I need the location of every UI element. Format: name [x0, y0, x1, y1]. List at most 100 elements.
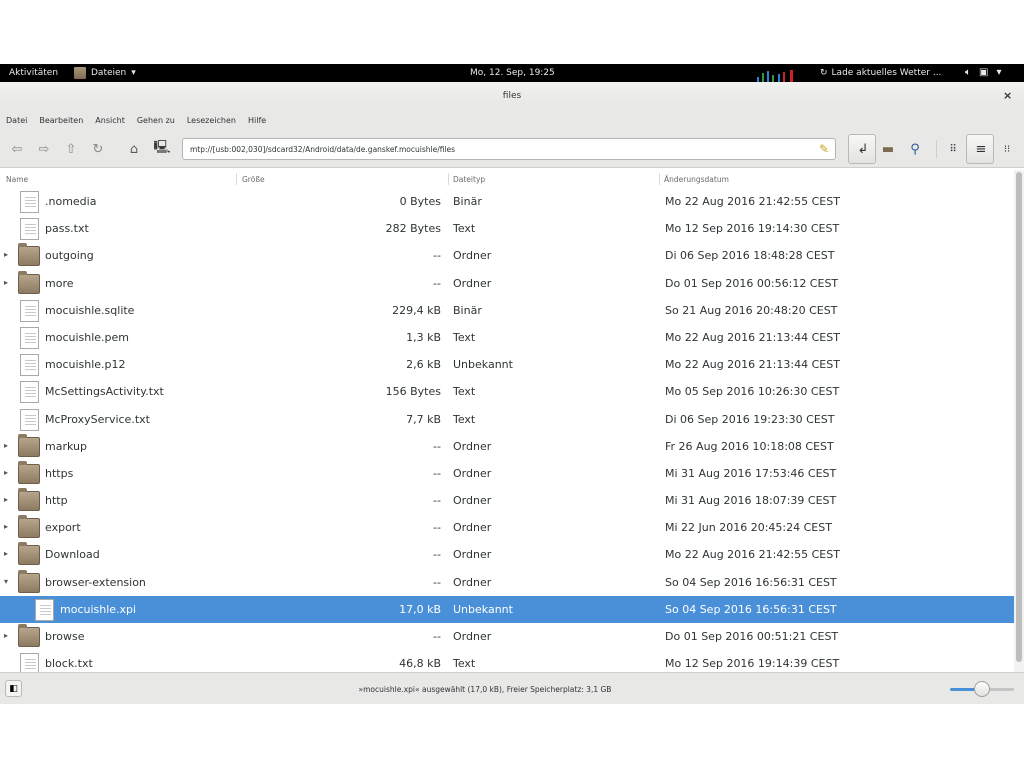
file-icon [20, 326, 39, 349]
menu-edit[interactable]: Bearbeiten [39, 116, 83, 125]
file-size: -- [433, 439, 441, 453]
expander-icon[interactable]: ▸ [4, 522, 8, 531]
file-date: Mo 12 Sep 2016 19:14:39 CEST [665, 657, 840, 671]
file-size: -- [433, 630, 441, 643]
table-row[interactable]: ▸ browse -- Ordner Do 01 Sep 2016 00:51:21 C… [0, 623, 1014, 650]
file-type: Ordner [453, 276, 492, 290]
folder-icon [18, 243, 40, 267]
close-icon[interactable]: × [1003, 89, 1012, 102]
expander-icon[interactable]: ▸ [4, 468, 8, 477]
file-size: 1,3 kB [406, 330, 441, 344]
file-name: more [45, 276, 74, 290]
table-row[interactable]: mocuishle.p12 2,6 kB Unbekannt Mo 22 Aug 20… [0, 351, 1014, 378]
folder-icon [18, 433, 40, 457]
file-date: Mi 31 Aug 2016 18:07:39 CEST [665, 494, 837, 508]
clear-location-icon[interactable]: ✎ [819, 142, 829, 156]
chevron-down-icon: ▾ [996, 67, 1002, 78]
file-type: Ordner [453, 249, 492, 263]
table-row[interactable]: pass.txt 282 Bytes Text Mo 12 Sep 2016 19:1… [0, 215, 1014, 242]
computer-icon[interactable]: 🖳 [153, 139, 171, 159]
menu-file[interactable]: Datei [6, 116, 27, 125]
folder-icon [18, 488, 40, 512]
table-row[interactable]: ▸ markup -- Ordner Fr 26 Aug 2016 10:18:08 C… [0, 433, 1014, 460]
column-header-date[interactable]: Änderungsdatum [664, 175, 729, 184]
column-header-name[interactable]: Name [6, 175, 28, 184]
file-size: -- [433, 575, 441, 589]
expander-icon[interactable]: ▸ [4, 250, 8, 259]
table-row[interactable]: ▸ export -- Ordner Mi 22 Jun 2016 20:45:24 C… [0, 514, 1014, 541]
weather-indicator[interactable]: ↻ Lade aktuelles Wetter ... [820, 68, 941, 78]
expander-icon[interactable]: ▸ [4, 631, 8, 640]
grid-view-icon[interactable]: ⠿ [944, 139, 962, 159]
column-header-type[interactable]: Dateityp [453, 175, 485, 184]
file-name: McProxyService.txt [45, 412, 150, 426]
file-type: Binär [453, 303, 482, 317]
column-divider [659, 173, 660, 185]
system-menu[interactable]: 🔈︎ ▣ ▾ [965, 67, 1001, 78]
expander-icon[interactable]: ▸ [4, 441, 8, 450]
file-name: outgoing [45, 249, 94, 263]
file-size: 7,7 kB [406, 412, 441, 426]
table-row[interactable]: ▸ outgoing -- Ordner Di 06 Sep 2016 18:48:28… [0, 242, 1014, 269]
table-row[interactable]: ▸ https -- Ordner Mi 31 Aug 2016 17:53:46 CE… [0, 460, 1014, 487]
toggle-location-icon: ↲ [857, 141, 869, 157]
reload-icon[interactable]: ↻ [89, 139, 107, 159]
forward-icon[interactable]: ⇨ [35, 139, 53, 159]
menu-view[interactable]: Ansicht [95, 116, 125, 125]
table-row[interactable]: ▸ more -- Ordner Do 01 Sep 2016 00:56:12 CES… [0, 270, 1014, 297]
scrollbar-thumb[interactable] [1016, 172, 1022, 662]
home-icon[interactable]: ⌂ [125, 139, 143, 159]
file-type: Text [453, 412, 476, 426]
menu-go[interactable]: Gehen zu [137, 116, 175, 125]
file-icon [20, 653, 39, 672]
table-row[interactable]: mocuishle.sqlite 229,4 kB Binär So 21 Aug 2… [0, 297, 1014, 324]
file-name: mocuishle.p12 [45, 358, 126, 372]
clock[interactable]: Mo, 12. Sep, 19:25 [470, 68, 555, 78]
file-date: Mo 12 Sep 2016 19:14:30 CEST [665, 222, 840, 236]
location-text: mtp://[usb:002,030]/sdcard32/Android/dat… [190, 145, 456, 154]
expander-icon[interactable]: ▸ [4, 549, 8, 558]
zoom-slider-knob[interactable] [974, 681, 990, 697]
up-icon[interactable]: ⇧ [62, 139, 80, 159]
file-size: 2,6 kB [406, 358, 441, 372]
zoom-slider[interactable] [950, 681, 1014, 697]
list-view-button[interactable]: ≡ [966, 134, 994, 164]
file-icon [20, 299, 39, 322]
file-type: Ordner [453, 521, 492, 535]
app-menu-button[interactable]: Dateien ▾ [74, 66, 136, 80]
search-icon[interactable]: ⚲ [906, 139, 924, 159]
activities-button[interactable]: Aktivitäten [9, 68, 58, 78]
file-date: Mo 22 Aug 2016 21:13:44 CEST [665, 330, 840, 344]
table-row[interactable]: .nomedia 0 Bytes Binär Mo 22 Aug 2016 21:42… [0, 188, 1014, 215]
column-header-size[interactable]: Größe [242, 175, 265, 184]
table-row[interactable]: McSettingsActivity.txt 156 Bytes Text Mo 05… [0, 378, 1014, 405]
toolbar: ⇦ ⇨ ⇧ ↻ ⌂ 🖳 mtp://[usb:002,030]/sdcard32… [0, 130, 1024, 168]
back-icon[interactable]: ⇦ [8, 139, 26, 159]
location-field[interactable]: mtp://[usb:002,030]/sdcard32/Android/dat… [182, 138, 836, 160]
compact-view-icon[interactable]: ⁝⁝ [998, 139, 1016, 159]
window-titlebar: files × [0, 82, 1024, 110]
table-row[interactable]: mocuishle.xpi 17,0 kB Unbekannt So 04 Sep 2… [0, 595, 1014, 623]
expander-icon[interactable]: ▾ [4, 577, 8, 586]
table-row[interactable]: ▸ http -- Ordner Mi 31 Aug 2016 18:07:39 CES… [0, 487, 1014, 514]
table-row[interactable]: ▾ browser-extension -- Ordner So 04 Sep 2016… [0, 569, 1014, 596]
table-row[interactable]: ▸ Download -- Ordner Mo 22 Aug 2016 21:42:55… [0, 541, 1014, 568]
file-date: Mi 22 Jun 2016 20:45:24 CEST [665, 521, 832, 535]
file-size: -- [433, 521, 441, 535]
toggle-location-button[interactable]: ↲ [848, 134, 876, 164]
scrollbar[interactable] [1014, 170, 1024, 672]
new-folder-icon[interactable]: ▬ [879, 139, 897, 159]
table-row[interactable]: block.txt 46,8 kB Text Mo 12 Sep 2016 19:14… [0, 650, 1014, 672]
file-size: 46,8 kB [399, 657, 441, 671]
menu-help[interactable]: Hilfe [248, 116, 266, 125]
file-name: https [45, 466, 74, 480]
expander-icon[interactable]: ▸ [4, 495, 8, 504]
table-row[interactable]: mocuishle.pem 1,3 kB Text Mo 22 Aug 2016 21… [0, 324, 1014, 351]
expander-icon[interactable]: ▸ [4, 278, 8, 287]
file-size: 17,0 kB [399, 602, 441, 616]
menu-bookmarks[interactable]: Lesezeichen [187, 116, 236, 125]
file-name: pass.txt [45, 222, 89, 236]
app-menu-label: Dateien [91, 68, 127, 78]
screen: Aktivitäten Dateien ▾ Mo, 12. Sep, 19:25… [0, 0, 1024, 768]
table-row[interactable]: McProxyService.txt 7,7 kB Text Di 06 Sep 20… [0, 406, 1014, 433]
